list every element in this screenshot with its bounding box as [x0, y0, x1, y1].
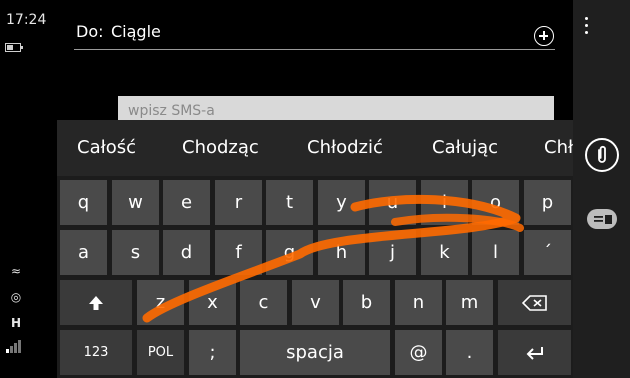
- key-b[interactable]: b: [343, 280, 390, 325]
- key-w[interactable]: w: [112, 180, 159, 225]
- key-v[interactable]: v: [292, 280, 339, 325]
- quick-reply-button[interactable]: [586, 207, 618, 235]
- enter-key[interactable]: [498, 330, 571, 375]
- key-m[interactable]: m: [446, 280, 493, 325]
- suggestion-item[interactable]: Całość: [77, 137, 136, 158]
- key-c[interactable]: c: [240, 280, 287, 325]
- key-j[interactable]: j: [369, 230, 416, 275]
- key-period[interactable]: .: [446, 330, 493, 375]
- enter-icon: [526, 346, 543, 360]
- shift-key[interactable]: [60, 280, 132, 325]
- quick-reply-icon: [587, 209, 617, 229]
- language-key[interactable]: POL: [137, 330, 184, 375]
- key-semicolon[interactable]: ;: [189, 330, 236, 375]
- key-l[interactable]: l: [472, 230, 519, 275]
- suggestion-item[interactable]: Całując: [432, 137, 498, 158]
- space-key[interactable]: spacja: [240, 330, 390, 375]
- suggestion-bar: Całość Chodząc Chłodzić Całując Chł: [57, 120, 573, 176]
- app-bar: [573, 0, 630, 378]
- backspace-key[interactable]: [498, 280, 571, 325]
- key-o[interactable]: o: [472, 180, 519, 225]
- key-g[interactable]: g: [266, 230, 313, 275]
- key-i[interactable]: i: [421, 180, 468, 225]
- key-u[interactable]: u: [369, 180, 416, 225]
- shift-icon: [89, 295, 103, 310]
- suggestion-item[interactable]: Chł: [544, 137, 573, 158]
- status-time: 17:24: [6, 12, 47, 28]
- key-q[interactable]: q: [60, 180, 107, 225]
- key-f[interactable]: f: [215, 230, 262, 275]
- key-y[interactable]: y: [318, 180, 365, 225]
- recipient-input[interactable]: Ciągle: [111, 22, 161, 41]
- key-acute[interactable]: ´: [524, 230, 571, 275]
- key-e[interactable]: e: [163, 180, 210, 225]
- recipient-underline: [74, 49, 555, 50]
- key-h[interactable]: h: [318, 230, 365, 275]
- network-type: H: [10, 316, 22, 330]
- attach-button[interactable]: [585, 138, 619, 172]
- key-s[interactable]: s: [112, 230, 159, 275]
- sync-icon: ◎: [10, 290, 22, 304]
- key-n[interactable]: n: [395, 280, 442, 325]
- backspace-icon: [521, 294, 547, 311]
- more-icon[interactable]: [585, 17, 589, 38]
- key-z[interactable]: z: [137, 280, 184, 325]
- attach-icon: [598, 145, 606, 163]
- key-t[interactable]: t: [266, 180, 313, 225]
- vibrate-icon: ≈: [10, 264, 22, 278]
- key-at[interactable]: @: [395, 330, 442, 375]
- suggestion-item[interactable]: Chłodzić: [307, 137, 383, 158]
- key-r[interactable]: r: [215, 180, 262, 225]
- battery-icon: [5, 43, 23, 52]
- numbers-key[interactable]: 123: [60, 330, 132, 375]
- key-k[interactable]: k: [421, 230, 468, 275]
- key-p[interactable]: p: [524, 180, 571, 225]
- key-a[interactable]: a: [60, 230, 107, 275]
- key-x[interactable]: x: [189, 280, 236, 325]
- key-d[interactable]: d: [163, 230, 210, 275]
- to-label: Do:: [76, 22, 104, 41]
- add-recipient-icon[interactable]: [534, 26, 554, 46]
- signal-icon: [6, 338, 26, 353]
- message-placeholder: wpisz SMS-a: [128, 103, 215, 119]
- suggestion-item[interactable]: Chodząc: [182, 137, 259, 158]
